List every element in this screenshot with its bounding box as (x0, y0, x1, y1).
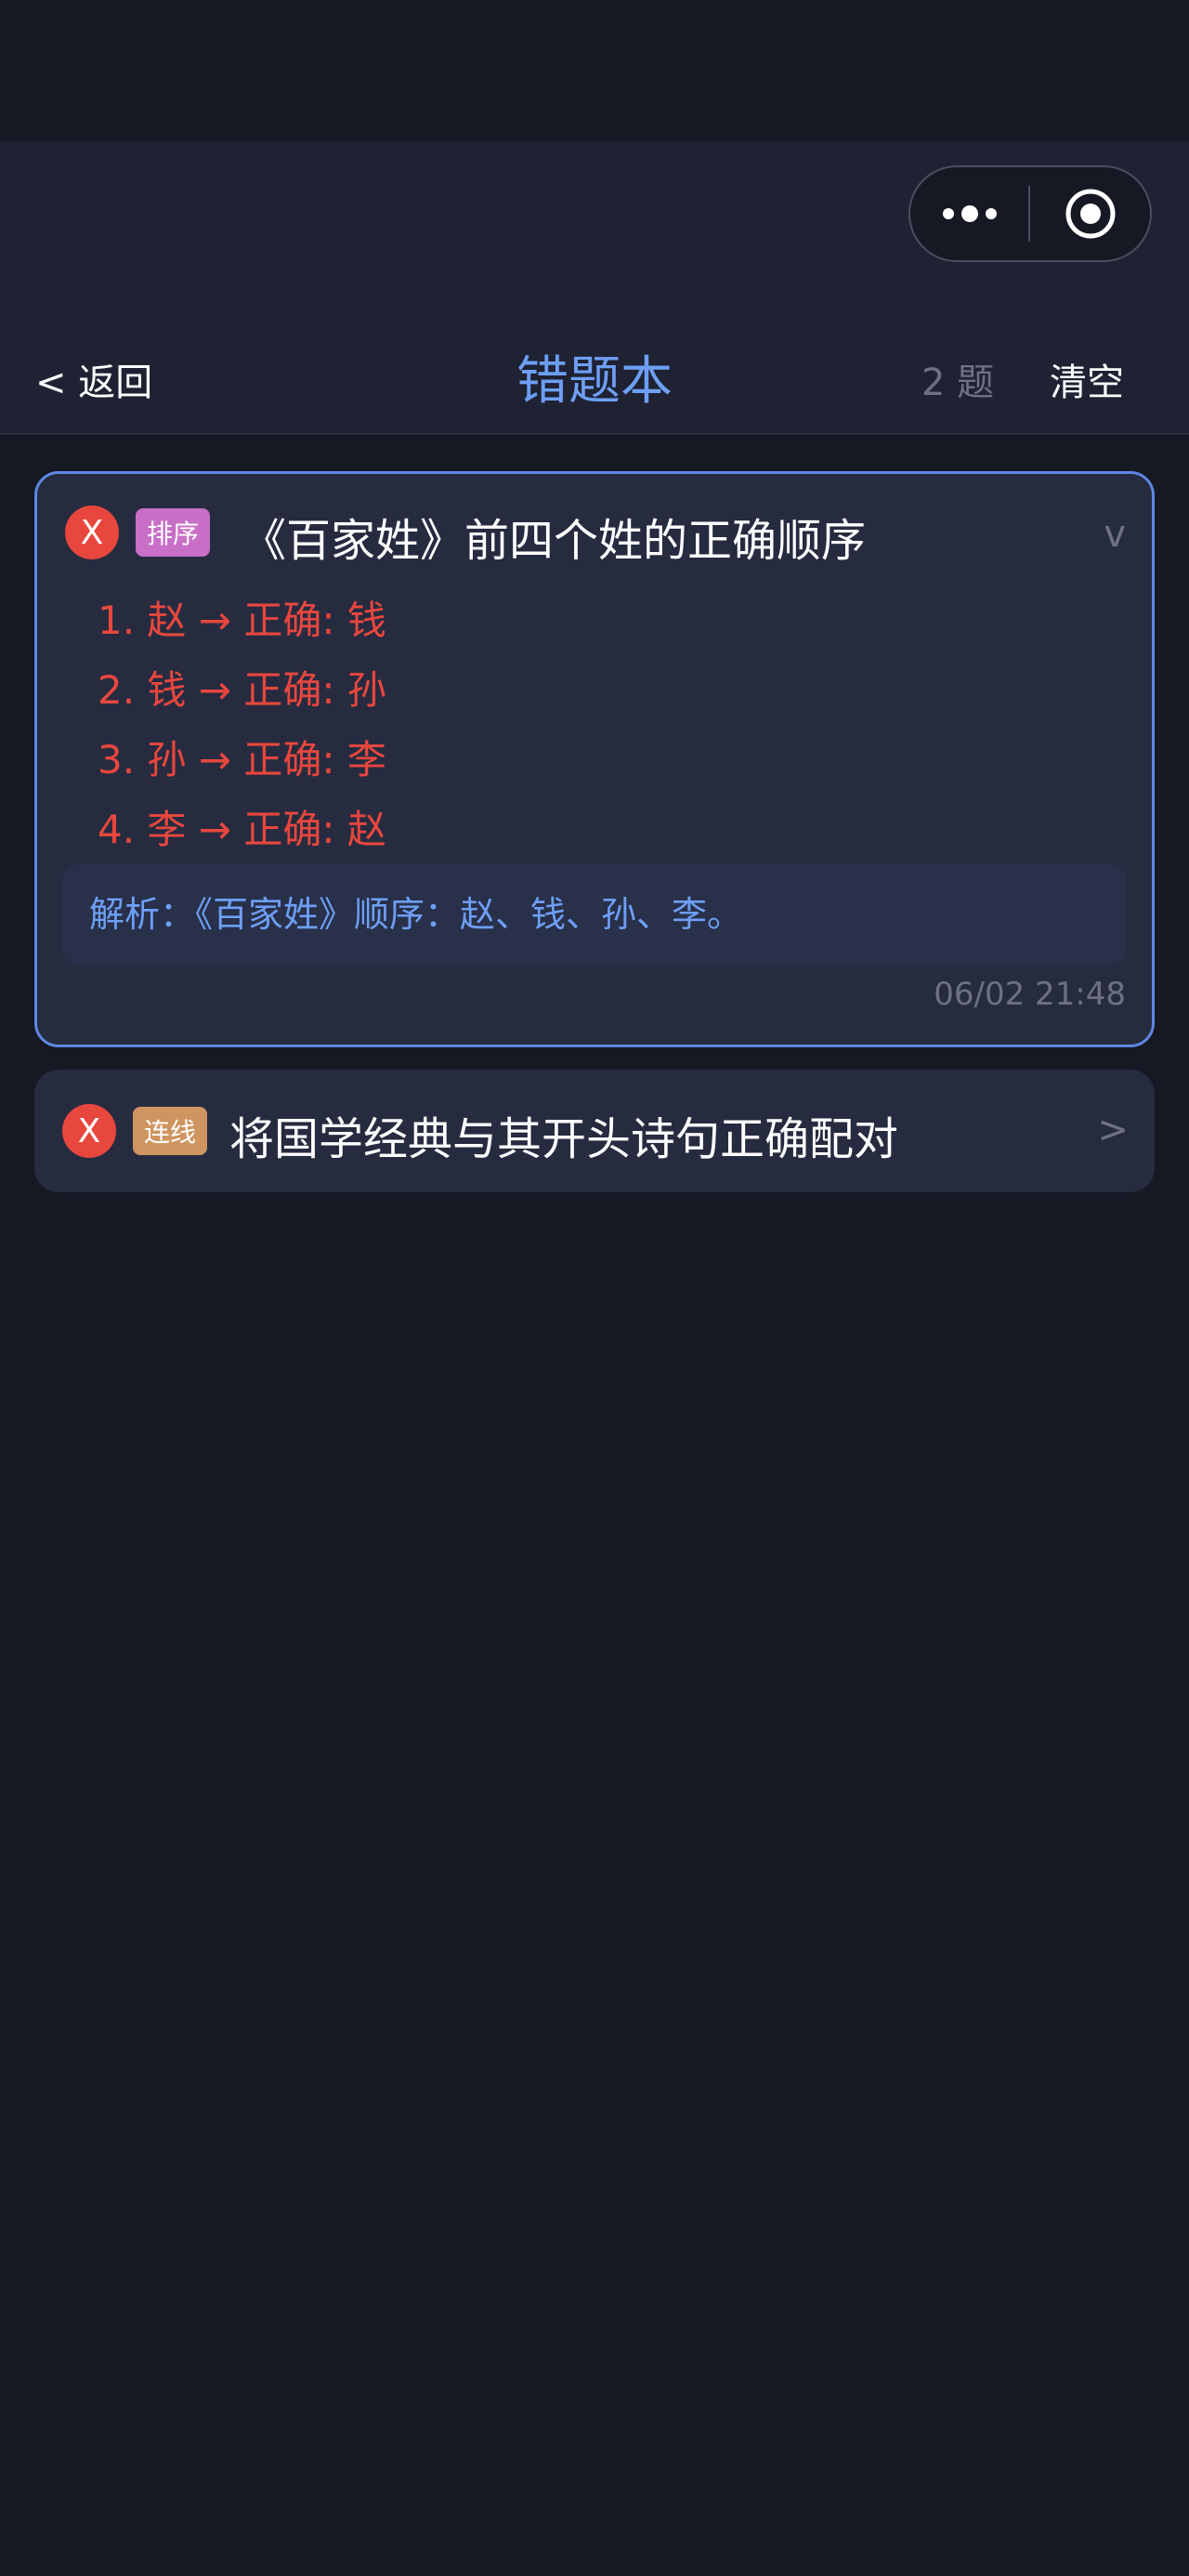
chevron-down-icon[interactable]: v (1104, 513, 1126, 556)
answer-item: 2. 钱 → 正确: 孙 (98, 667, 386, 713)
answer-list: 1. 赵 → 正确: 钱 2. 钱 → 正确: 孙 3. 孙 → 正确: 李 4… (98, 585, 386, 864)
answer-item: 1. 赵 → 正确: 钱 (98, 598, 386, 643)
more-dots-icon[interactable] (910, 167, 1028, 260)
answer-item: 4. 李 → 正确: 赵 (98, 807, 386, 852)
record-target-icon[interactable] (1030, 167, 1150, 260)
timestamp: 06/02 21:48 (934, 976, 1126, 1013)
question-title: 将国学经典与其开头诗句正确配对 (229, 1113, 899, 1165)
status-bar (0, 0, 1189, 141)
analysis-text: 解析：《百家姓》顺序：赵、钱、孙、李。 (62, 864, 1127, 965)
wrong-question-card[interactable]: X 排序 《百家姓》前四个姓的正确顺序 v 1. 赵 → 正确: 钱 2. 钱 … (34, 471, 1155, 1047)
wrong-mark-icon: X (65, 506, 119, 559)
mini-program-nav (0, 141, 1189, 311)
chevron-right-icon[interactable]: > (1097, 1109, 1129, 1151)
clear-button[interactable]: 清空 (1050, 352, 1124, 406)
question-type-tag: 连线 (133, 1107, 208, 1155)
question-count: 2 题 (921, 361, 995, 404)
wrong-mark-icon: X (62, 1104, 116, 1158)
page-header: < 返回 错题本 2 题 清空 (0, 311, 1189, 435)
question-type-tag: 排序 (136, 508, 211, 557)
mini-program-capsule (908, 165, 1152, 262)
question-title: 《百家姓》前四个姓的正确顺序 (242, 515, 867, 567)
wrong-question-card[interactable]: X 连线 将国学经典与其开头诗句正确配对 > (34, 1070, 1155, 1192)
answer-item: 3. 孙 → 正确: 李 (98, 737, 386, 782)
page-title: 错题本 (516, 351, 673, 412)
